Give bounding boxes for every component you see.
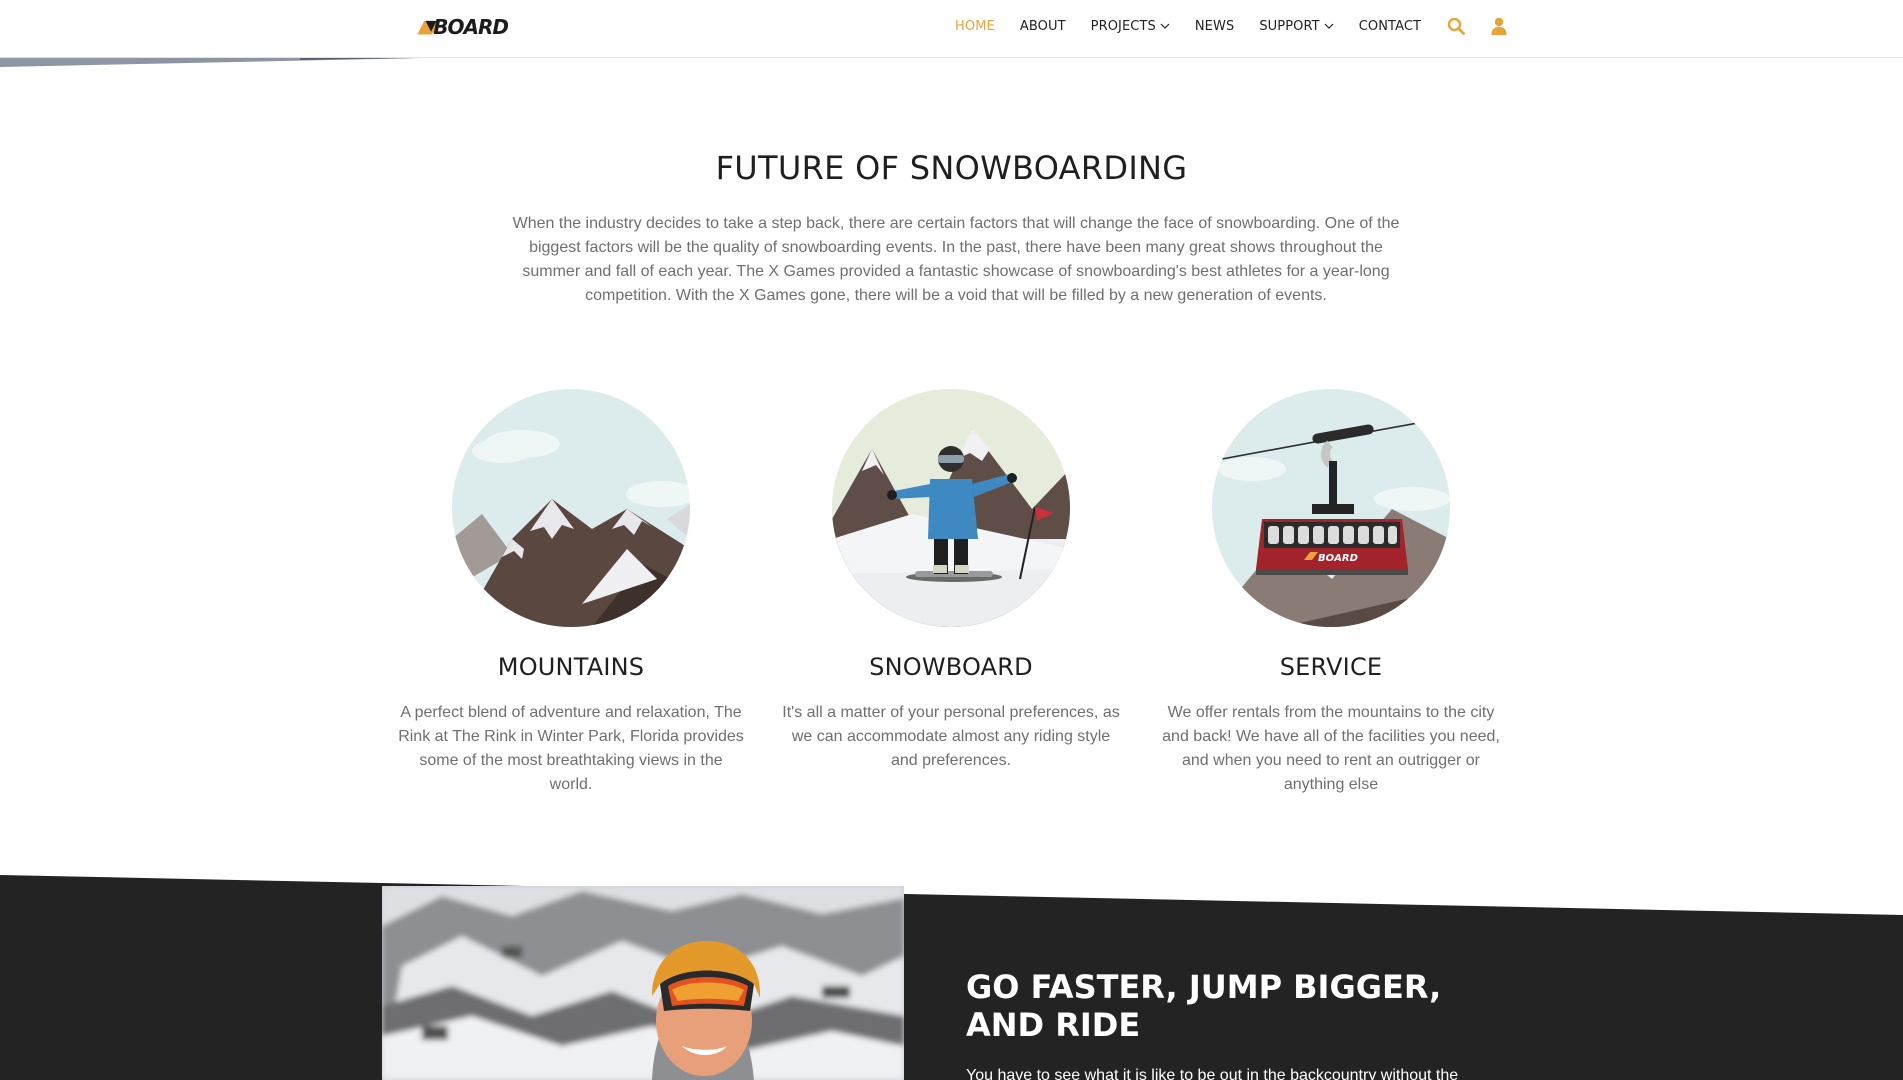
logo-text: BOARD: [433, 15, 509, 39]
search-button[interactable]: [1446, 16, 1466, 36]
nav-about-label: ABOUT: [1019, 18, 1066, 34]
hero-image-edge: [0, 57, 470, 67]
nav-home-label: HOME: [955, 18, 995, 34]
nav-support-label: SUPPORT: [1259, 18, 1320, 34]
feature-title: SERVICE: [1279, 653, 1383, 681]
feature-title: MOUNTAINS: [497, 653, 645, 681]
section-title: FUTURE OF SNOWBOARDING: [715, 149, 1188, 187]
snowboarder-photo: [382, 886, 904, 1080]
rider-photo-image: [382, 886, 904, 1080]
feature-text: We offer rentals from the mountains to t…: [1162, 704, 1500, 793]
gondola-logo-text: BOARD: [1318, 553, 1358, 564]
promo-text: You have to see what it is like to be ou…: [966, 1067, 1459, 1080]
snowboarder-illustration: [832, 389, 1070, 627]
nav-about[interactable]: ABOUT: [1020, 19, 1066, 34]
chevron-down-icon: [1160, 23, 1170, 29]
mountains-illustration: [452, 389, 690, 627]
nav-news[interactable]: NEWS: [1195, 19, 1234, 34]
gondola-illustration: BOARD: [1212, 389, 1450, 627]
feature-title: SNOWBOARD: [869, 653, 1033, 681]
search-icon: [1447, 17, 1465, 35]
feature-text: A perfect blend of adventure and relaxat…: [398, 704, 744, 793]
nav-contact[interactable]: CONTACT: [1359, 19, 1421, 34]
site-header: BOARD HOME ABOUT PROJECTS NEWS SUPPORT C…: [0, 0, 1903, 58]
nav-support[interactable]: SUPPORT: [1259, 18, 1334, 34]
feature-service: BOARD SERVICE We offer rentals from the …: [1151, 389, 1511, 797]
nav-contact-label: CONTACT: [1358, 18, 1422, 34]
nav-projects-label: PROJECTS: [1090, 18, 1156, 34]
site-logo[interactable]: BOARD: [416, 14, 509, 40]
user-icon: [1491, 17, 1507, 35]
feature-snowboard: SNOWBOARD It's all a matter of your pers…: [771, 389, 1131, 773]
feature-mountains: MOUNTAINS A perfect blend of adventure a…: [391, 389, 751, 797]
promo-section-background: [0, 875, 1903, 1080]
account-button[interactable]: [1489, 16, 1509, 36]
chevron-down-icon: [1324, 23, 1334, 29]
promo-title: GO FASTER, JUMP BIGGER, AND RIDE: [966, 968, 1442, 1044]
nav-projects[interactable]: PROJECTS: [1091, 19, 1170, 34]
main-nav: HOME ABOUT PROJECTS NEWS SUPPORT CONTACT: [955, 0, 1509, 52]
nav-home[interactable]: HOME: [955, 19, 995, 34]
nav-news-label: NEWS: [1194, 18, 1235, 34]
gondola-windows: [1268, 526, 1397, 544]
feature-text: It's all a matter of your personal prefe…: [782, 704, 1120, 769]
section-description: When the industry decides to take a step…: [512, 215, 1400, 304]
